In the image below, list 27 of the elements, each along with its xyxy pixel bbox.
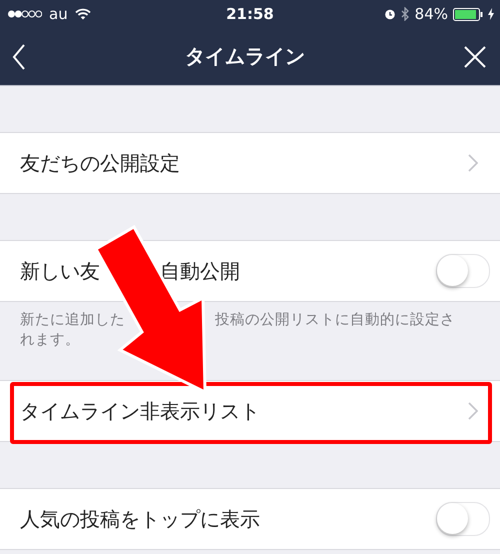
row-label: 新しい友 bbox=[20, 258, 100, 284]
carrier-name: au bbox=[49, 5, 68, 23]
alarm-icon bbox=[384, 8, 396, 20]
charging-icon bbox=[488, 8, 494, 20]
description-text: れます。 bbox=[20, 331, 80, 350]
chevron-icon[interactable] bbox=[468, 154, 478, 172]
back-icon[interactable] bbox=[12, 44, 26, 70]
battery-icon bbox=[453, 8, 483, 20]
close-icon[interactable] bbox=[464, 46, 486, 68]
settings-row[interactable]: 人気の投稿をトップに表示 bbox=[0, 488, 500, 550]
signal-icon bbox=[8, 10, 42, 18]
description-text: 投稿の公開リストに自動的に設定さ bbox=[215, 310, 455, 330]
row-label: タイムライン非表示リスト bbox=[20, 398, 260, 424]
row-label: 友だちの公開設定 bbox=[20, 150, 180, 176]
row-label: 人気の投稿をトップに表示 bbox=[20, 506, 260, 532]
status-time: 21:58 bbox=[225, 5, 275, 23]
description-text: 新たに追加した bbox=[20, 310, 125, 330]
chevron-icon[interactable] bbox=[468, 402, 478, 420]
bluetooth-icon bbox=[400, 7, 410, 21]
screen-title: タイムライン bbox=[185, 43, 305, 70]
toggle-switch[interactable] bbox=[436, 502, 490, 536]
battery-percent: 84% bbox=[414, 5, 448, 23]
row-label: 自動公開 bbox=[160, 258, 240, 284]
settings-row[interactable]: 友だちの公開設定 bbox=[0, 132, 500, 194]
settings-row[interactable]: タイムライン非表示リスト bbox=[0, 380, 500, 442]
toggle-switch[interactable] bbox=[436, 254, 490, 288]
wifi-icon bbox=[74, 8, 91, 20]
